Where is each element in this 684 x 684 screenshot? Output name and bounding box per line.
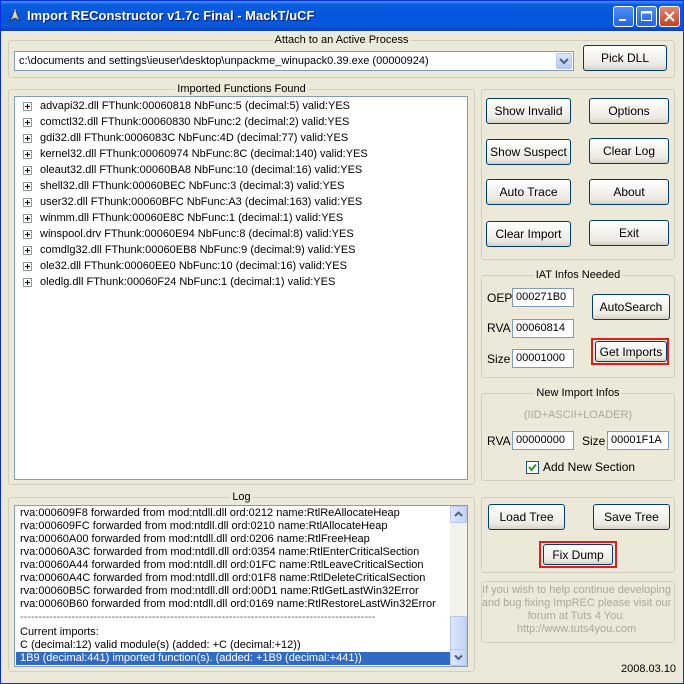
new-rva-label: RVA xyxy=(487,434,511,448)
chevron-down-icon xyxy=(559,58,569,65)
log-line: rva:00060A4C forwarded from mod:ntdll.dl… xyxy=(20,572,426,584)
chevron-up-icon xyxy=(454,511,463,517)
expand-icon[interactable] xyxy=(23,214,32,223)
about-button[interactable]: About xyxy=(589,179,669,205)
add-section-checkbox[interactable] xyxy=(526,461,539,474)
log-line-selected[interactable]: 1B9 (decimal:441) imported function(s). … xyxy=(16,652,454,665)
new-size-field[interactable]: 00001F1A xyxy=(607,431,669,450)
new-import-group-label: New Import Infos xyxy=(534,387,622,399)
log-group-label: Log xyxy=(230,491,253,503)
attach-group-label: Attach to an Active Process xyxy=(272,34,411,46)
show-suspect-button[interactable]: Show Suspect xyxy=(486,139,571,165)
expand-icon[interactable] xyxy=(23,102,32,111)
oep-field[interactable]: 000271B0 xyxy=(512,288,574,307)
log-separator: ----------------------------------------… xyxy=(20,611,376,623)
main-window: Import REConstructor v1.7c Final - MackT… xyxy=(0,0,684,684)
log-line: rva:00060A00 forwarded from mod:ntdll.dl… xyxy=(20,533,370,545)
size-label: Size xyxy=(487,352,511,366)
expand-icon[interactable] xyxy=(23,150,32,159)
maximize-icon xyxy=(641,11,652,21)
new-size-label: Size xyxy=(582,434,606,448)
process-value: c:\documents and settings\ieuser\desktop… xyxy=(19,55,429,67)
clear-log-button[interactable]: Clear Log xyxy=(589,138,669,164)
expand-icon[interactable] xyxy=(23,230,32,239)
title-bar[interactable]: Import REConstructor v1.7c Final - MackT… xyxy=(1,1,683,31)
minimize-icon xyxy=(619,19,626,21)
oep-label: OEP xyxy=(487,291,513,305)
load-tree-button[interactable]: Load Tree xyxy=(488,504,565,530)
log-scrollbar[interactable] xyxy=(450,506,467,666)
expand-icon[interactable] xyxy=(23,134,32,143)
log-line: rva:00060B60 forwarded from mod:ntdll.dl… xyxy=(20,598,436,610)
clear-import-button[interactable]: Clear Import xyxy=(486,221,571,247)
log-line: C (decimal:12) valid module(s) (added: +… xyxy=(20,639,301,651)
new-rva-field[interactable]: 00000000 xyxy=(512,431,574,450)
iat-group-label: IAT Infos Needed xyxy=(533,269,623,281)
log-list[interactable]: rva:000609F8 forwarded from mod:ntdll.dl… xyxy=(14,505,468,667)
log-line: rva:000609F8 forwarded from mod:ntdll.dl… xyxy=(20,507,400,519)
options-button[interactable]: Options xyxy=(589,98,669,124)
maximize-button[interactable] xyxy=(636,6,657,27)
size-field[interactable]: 00001000 xyxy=(512,349,574,368)
log-line: rva:000609FC forwarded from mod:ntdll.dl… xyxy=(20,520,388,532)
chevron-down-icon xyxy=(454,654,463,661)
app-icon xyxy=(9,8,21,22)
log-line: rva:00060B5C forwarded from mod:ntdll.dl… xyxy=(20,585,419,597)
minimize-button[interactable] xyxy=(613,6,634,27)
info-text: If you wish to help continue developing … xyxy=(481,584,672,635)
expand-icon[interactable] xyxy=(23,118,32,127)
fix-dump-button[interactable]: Fix Dump xyxy=(543,544,613,565)
rva-field[interactable]: 00060814 xyxy=(512,319,574,338)
get-imports-button[interactable]: Get Imports xyxy=(595,341,667,362)
expand-icon[interactable] xyxy=(23,198,32,207)
show-invalid-button[interactable]: Show Invalid xyxy=(486,98,571,124)
expand-icon[interactable] xyxy=(23,166,32,175)
auto-trace-button[interactable]: Auto Trace xyxy=(486,179,571,205)
build-date: 2008.03.10 xyxy=(621,663,677,675)
exit-button[interactable]: Exit xyxy=(589,220,669,246)
close-button[interactable] xyxy=(659,6,680,27)
add-section-label[interactable]: Add New Section xyxy=(543,460,635,474)
expand-icon[interactable] xyxy=(23,182,32,191)
pick-dll-button[interactable]: Pick DLL xyxy=(583,45,667,71)
process-combo[interactable]: c:\documents and settings\ieuser\desktop… xyxy=(14,51,574,71)
imports-group-label: Imported Functions Found xyxy=(175,83,308,95)
check-icon xyxy=(528,463,537,472)
log-line: Current imports: xyxy=(20,626,99,638)
process-dropdown-button[interactable] xyxy=(556,53,572,69)
log-line: rva:00060A44 forwarded from mod:ntdll.dl… xyxy=(20,559,424,571)
scroll-up-button[interactable] xyxy=(450,506,467,523)
log-line: rva:00060A3C forwarded from mod:ntdll.dl… xyxy=(20,546,420,558)
expand-icon[interactable] xyxy=(23,246,32,255)
expand-icon[interactable] xyxy=(23,262,32,271)
close-icon xyxy=(664,11,675,22)
scroll-down-button[interactable] xyxy=(450,649,467,666)
expand-icon[interactable] xyxy=(23,278,32,287)
imports-tree[interactable]: advapi32.dll FThunk:00060818 NbFunc:5 (d… xyxy=(14,96,468,480)
autosearch-button[interactable]: AutoSearch xyxy=(592,294,670,320)
window-title: Import REConstructor v1.7c Final - MackT… xyxy=(27,8,315,23)
iid-hint: (IID+ASCII+LOADER) xyxy=(523,409,633,421)
rva-label: RVA xyxy=(487,321,511,335)
save-tree-button[interactable]: Save Tree xyxy=(593,504,670,530)
